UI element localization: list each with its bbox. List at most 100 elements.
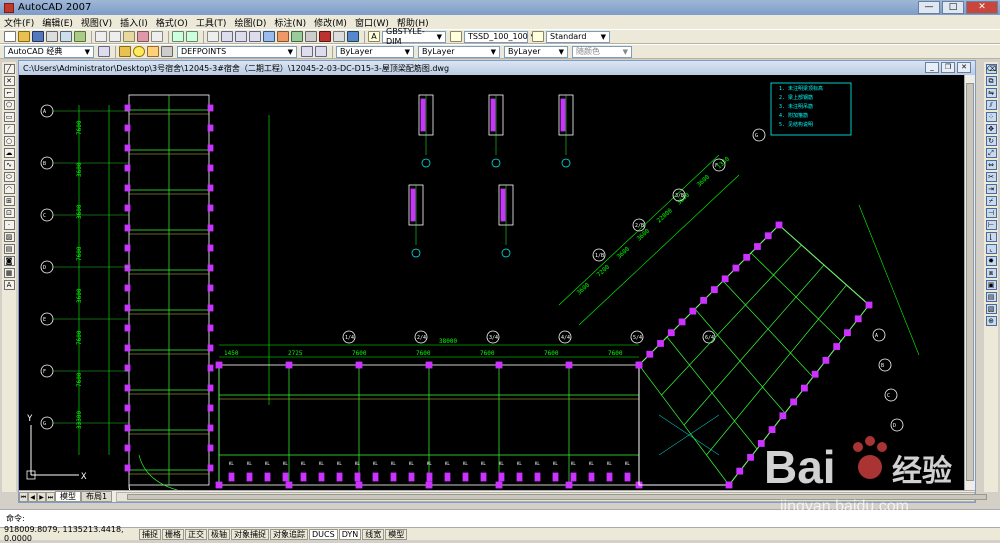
first-tab-arrow-icon[interactable]: ⏮ [19,491,28,502]
revision-cloud-icon[interactable]: ☁ [3,148,15,158]
ortho-toggle[interactable]: 正交 [185,528,207,540]
menu-file[interactable]: 文件(F) [4,16,34,29]
close-button[interactable]: ✕ [966,1,998,14]
make-block-icon[interactable]: ⊡ [3,208,15,218]
lineweight-toggle[interactable]: 线宽 [362,528,385,540]
print-icon[interactable] [46,31,58,42]
stretch-icon[interactable]: ⇔ [985,160,997,170]
make-object-layer-current-icon[interactable] [301,46,313,57]
xref-icon[interactable]: ⊕ [985,316,997,326]
layer-select[interactable]: DEFPOINTS ▼ [177,45,297,58]
multiline-text-icon[interactable]: A [3,280,15,290]
osnap-toggle[interactable]: 对象捕捉 [231,528,269,540]
polar-toggle[interactable]: 极轴 [208,528,230,540]
layer-states-icon[interactable]: ▣ [985,280,997,290]
dyn-toggle[interactable]: DYN [338,528,362,540]
linetype-control-select[interactable]: ByLayer ▼ [418,45,500,58]
minimize-button[interactable]: — [918,1,940,14]
menu-edit[interactable]: 编辑(E) [42,16,73,29]
prev-tab-arrow-icon[interactable]: ◀ [28,491,37,502]
undo-icon[interactable] [172,31,184,42]
grid-toggle[interactable]: 栅格 [162,528,184,540]
region-icon[interactable]: ◙ [3,256,15,266]
properties-icon[interactable] [263,31,275,42]
ellipse-arc-icon[interactable]: ◠ [3,184,15,194]
redo-icon[interactable] [186,31,198,42]
array-icon[interactable]: ⁘ [985,112,997,122]
rectangle-icon[interactable]: ▭ [3,112,15,122]
layer-properties-icon[interactable] [119,46,131,57]
tab-layout1[interactable]: 布局1 [81,491,113,502]
menu-view[interactable]: 视图(V) [81,16,112,29]
construction-line-icon[interactable]: ✕ [3,76,15,86]
text-style-select[interactable]: GBSTYLE-DIM ▼ [382,27,446,46]
menu-insert[interactable]: 插入(I) [120,16,148,29]
drawing-restore-button[interactable]: ❐ [941,62,955,73]
layer-previous-icon[interactable] [315,46,327,57]
drawing-minimize-button[interactable]: _ [925,62,939,73]
calculator-icon[interactable] [333,31,345,42]
match-properties-icon[interactable] [137,31,149,42]
dim-style-select[interactable]: TSSD_100_100▼ [464,30,536,43]
gradient-icon[interactable]: ▤ [3,244,15,254]
workspace-settings-icon[interactable] [98,46,110,57]
horizontal-scroll-thumb[interactable] [127,493,988,500]
block-editor-icon[interactable] [151,31,163,42]
markup-icon[interactable] [319,31,331,42]
tab-model[interactable]: 模型 [55,491,81,502]
group-icon[interactable]: ▧ [985,304,997,314]
draw-order-icon[interactable]: ⧈ [985,268,997,278]
ellipse-icon[interactable]: ⬭ [3,172,15,182]
snap-toggle[interactable]: 捕捉 [139,528,161,540]
properties-palette-icon[interactable]: ▤ [985,292,997,302]
offset-icon[interactable]: ⫽ [985,100,997,110]
model-space-canvas[interactable]: 7600 3600 3600 7600 3600 7600 7600 33300 A B C D E F G… [19,75,965,491]
layer-on-lightbulb-icon[interactable] [133,46,145,57]
paste-icon[interactable] [123,31,135,42]
autocad-app-icon[interactable] [4,2,14,13]
join-icon[interactable]: ⊢ [985,220,997,230]
chamfer-icon[interactable]: ⌊ [985,232,997,242]
drawing-close-button[interactable]: ✕ [957,62,971,73]
layer-unlock-icon[interactable] [161,46,173,57]
zoom-window-icon[interactable] [235,31,247,42]
menu-modify[interactable]: 修改(M) [314,16,347,29]
explode-icon[interactable]: ✸ [985,256,997,266]
line-icon[interactable]: ╱ [3,64,15,74]
polygon-icon[interactable]: ⬠ [3,100,15,110]
color-control-select[interactable]: ByLayer ▼ [336,45,414,58]
circle-icon[interactable]: ○ [3,136,15,146]
zoom-previous-icon[interactable] [249,31,261,42]
point-icon[interactable]: · [3,220,15,230]
table-icon[interactable]: ▦ [3,268,15,278]
horizontal-scrollbar[interactable] [116,491,988,502]
hatch-icon[interactable]: ▨ [3,232,15,242]
plotstyle-control-select[interactable]: 随颜色 ▼ [572,45,632,58]
vertical-scrollbar[interactable] [964,75,975,491]
open-folder-icon[interactable] [18,31,30,42]
design-center-icon[interactable] [277,31,289,42]
save-icon[interactable] [32,31,44,42]
workspace-select[interactable]: AutoCAD 经典 ▼ [4,45,94,58]
otrack-toggle[interactable]: 对象追踪 [270,528,308,540]
cut-icon[interactable] [95,31,107,42]
spline-icon[interactable]: ∿ [3,160,15,170]
extend-icon[interactable]: ⇥ [985,184,997,194]
menu-draw[interactable]: 绘图(D) [234,16,266,29]
table-style-select[interactable]: Standard ▼ [546,30,610,43]
mirror-icon[interactable]: ⇋ [985,88,997,98]
menu-format[interactable]: 格式(O) [156,16,188,29]
copy-object-icon[interactable]: ⧉ [985,76,997,86]
copy-icon[interactable] [109,31,121,42]
vertical-scroll-thumb[interactable] [966,83,974,481]
new-file-icon[interactable] [4,31,16,42]
help-icon[interactable] [347,31,359,42]
arc-icon[interactable]: ◜ [3,124,15,134]
erase-icon[interactable]: ⌫ [985,64,997,74]
next-tab-arrow-icon[interactable]: ▶ [37,491,46,502]
lineweight-control-select[interactable]: ByLayer ▼ [504,45,568,58]
maximize-button[interactable]: □ [942,1,964,14]
insert-block-icon[interactable]: ⊞ [3,196,15,206]
command-line[interactable]: 命令: [0,509,1000,527]
rotate-icon[interactable]: ↻ [985,136,997,146]
